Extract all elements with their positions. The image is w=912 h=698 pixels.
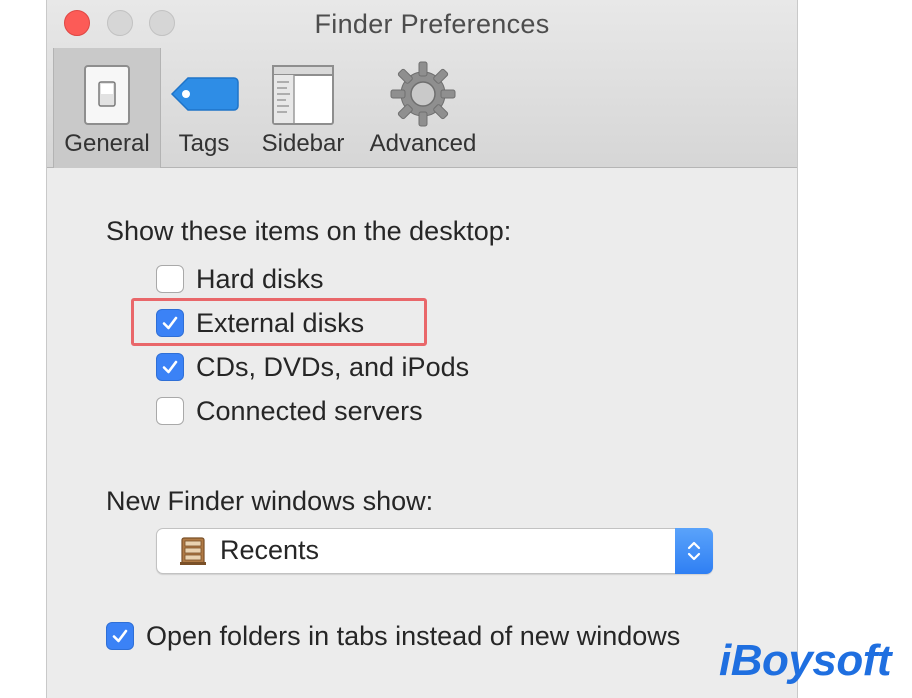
recents-icon [180, 537, 206, 565]
checkmark-icon [112, 629, 128, 643]
switch-icon [84, 65, 130, 125]
open-in-tabs-label: Open folders in tabs instead of new wind… [146, 620, 681, 651]
new-windows-heading: New Finder windows show: [106, 486, 434, 516]
titlebar-toolbar: Finder Preferences General Tags Sidebar … [47, 0, 797, 168]
iboysoft-watermark: iBoysoft [719, 636, 892, 685]
checkbox-row-open-in-tabs[interactable]: Open folders in tabs instead of new wind… [106, 620, 680, 652]
cds-dvds-ipods-checkbox[interactable] [156, 353, 184, 381]
tag-icon [170, 77, 239, 111]
tab-general[interactable]: General [53, 48, 161, 168]
new-window-target-value: Recents [220, 535, 320, 565]
connected-servers-checkbox[interactable] [156, 397, 184, 425]
finder-preferences-window: Finder Preferences General Tags Sidebar … [46, 0, 798, 698]
hard-disks-label: Hard disks [196, 263, 324, 294]
chevron-up-down-icon [687, 541, 701, 561]
new-window-target-select[interactable]: Recents [156, 528, 713, 574]
checkbox-row-cds-dvds-ipods[interactable]: CDs, DVDs, and iPods [156, 351, 469, 383]
checkmark-icon [162, 316, 178, 330]
tab-sidebar-label: Sidebar [261, 130, 345, 157]
cds-dvds-ipods-label: CDs, DVDs, and iPods [196, 351, 470, 382]
checkbox-row-external-disks[interactable]: External disks [156, 307, 364, 339]
checkmark-icon [162, 360, 178, 374]
desktop-items-heading: Show these items on the desktop: [106, 216, 512, 246]
tab-sidebar[interactable]: Sidebar [251, 48, 355, 168]
tab-advanced[interactable]: Advanced [363, 48, 483, 168]
sidebar-window-icon [272, 65, 334, 125]
tab-tags-label: Tags [178, 130, 230, 157]
tab-advanced-label: Advanced [369, 130, 477, 157]
connected-servers-label: Connected servers [196, 395, 423, 426]
window-title: Finder Preferences [314, 9, 550, 39]
hard-disks-checkbox[interactable] [156, 265, 184, 293]
tab-tags[interactable]: Tags [163, 48, 245, 168]
select-stepper[interactable] [675, 528, 713, 574]
checkbox-row-hard-disks[interactable]: Hard disks [156, 263, 324, 295]
gear-icon [390, 61, 456, 127]
external-disks-label: External disks [196, 307, 365, 338]
open-in-tabs-checkbox[interactable] [106, 622, 134, 650]
external-disks-checkbox[interactable] [156, 309, 184, 337]
tab-general-label: General [64, 130, 150, 157]
checkbox-row-connected-servers[interactable]: Connected servers [156, 395, 423, 427]
